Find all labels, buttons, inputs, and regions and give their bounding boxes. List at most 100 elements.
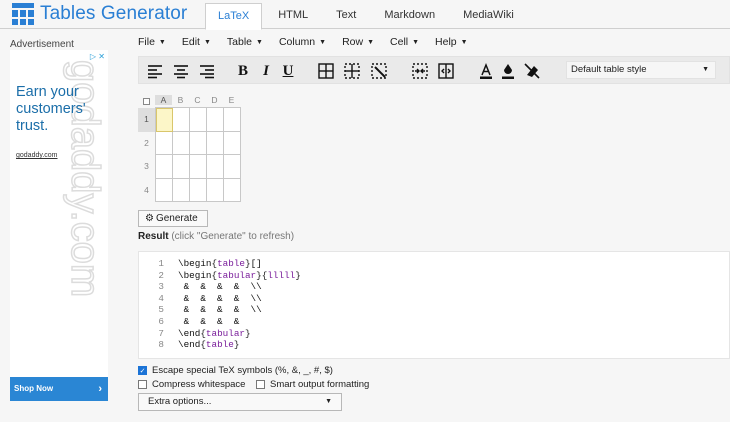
code-text: & & & & \\ bbox=[178, 281, 262, 293]
table-style-select[interactable]: Default table style ▼ bbox=[566, 61, 716, 79]
grid-cell[interactable] bbox=[190, 155, 207, 179]
format-tabs: LaTeX HTML Text Markdown MediaWiki bbox=[205, 3, 526, 30]
code-line: 5 & & & & \\ bbox=[139, 304, 729, 316]
grid-cell[interactable] bbox=[224, 108, 241, 132]
code-text: \end{tabular} bbox=[178, 327, 251, 339]
tab-text[interactable]: Text bbox=[324, 3, 368, 29]
ad-url[interactable]: godaddy.com bbox=[16, 152, 58, 159]
code-line: 3 & & & & \\ bbox=[139, 281, 729, 293]
menu-table[interactable]: Table ▼ bbox=[227, 33, 263, 51]
menu-row[interactable]: Row ▼ bbox=[342, 33, 374, 51]
gear-icon: ⚙ bbox=[145, 213, 154, 224]
grid-cell[interactable] bbox=[207, 131, 224, 155]
bold-button[interactable]: B bbox=[233, 61, 253, 81]
select-all-checkbox[interactable] bbox=[143, 98, 150, 105]
all-borders-icon[interactable] bbox=[316, 61, 336, 81]
code-text: \begin{tabular}{lllll} bbox=[178, 269, 301, 281]
align-center-icon[interactable] bbox=[171, 61, 191, 81]
row-header[interactable]: 2 bbox=[138, 132, 155, 156]
grid-cell[interactable] bbox=[156, 178, 173, 202]
column-header[interactable]: E bbox=[223, 95, 240, 105]
clear-format-icon[interactable] bbox=[522, 61, 542, 81]
align-right-icon[interactable] bbox=[197, 61, 217, 81]
escape-checkbox[interactable]: ✓ bbox=[138, 366, 147, 375]
menu-file[interactable]: File ▼ bbox=[138, 33, 166, 51]
logo[interactable]: Tables Generator bbox=[12, 3, 187, 25]
ad-shop-button[interactable]: Shop Now › bbox=[10, 377, 108, 401]
code-text: \begin{table}[] bbox=[178, 258, 262, 269]
grid-cell[interactable] bbox=[173, 155, 190, 179]
row-header[interactable]: 3 bbox=[138, 155, 155, 179]
line-number: 4 bbox=[158, 292, 164, 304]
inner-borders-icon[interactable] bbox=[342, 61, 362, 81]
code-line: 8 \end{table} bbox=[139, 339, 729, 351]
italic-button[interactable]: I bbox=[256, 61, 276, 81]
line-number: 8 bbox=[158, 339, 164, 351]
line-number: 2 bbox=[158, 269, 164, 281]
grid-cell[interactable] bbox=[173, 178, 190, 202]
column-header[interactable]: B bbox=[172, 95, 189, 105]
row-header[interactable]: 1 bbox=[138, 108, 155, 132]
grid-cell[interactable] bbox=[207, 108, 224, 132]
grid-cell[interactable] bbox=[224, 155, 241, 179]
escape-option[interactable]: ✓ Escape special TeX symbols (%, &, _, #… bbox=[138, 365, 333, 376]
grid-cell[interactable] bbox=[190, 131, 207, 155]
grid-cells bbox=[155, 107, 241, 202]
code-line: 7 \end{tabular} bbox=[139, 328, 729, 340]
column-header[interactable]: C bbox=[189, 95, 206, 105]
text-color-icon[interactable] bbox=[476, 61, 496, 81]
ad-shop-label: Shop Now bbox=[14, 384, 54, 393]
toolbar: B I U Default table style ▼ bbox=[138, 56, 730, 84]
smart-format-checkbox[interactable] bbox=[256, 380, 265, 389]
compress-option[interactable]: Compress whitespace bbox=[138, 379, 245, 390]
tab-markdown[interactable]: Markdown bbox=[372, 3, 447, 29]
grid-cell[interactable] bbox=[224, 131, 241, 155]
grid-cell[interactable] bbox=[156, 131, 173, 155]
tab-mediawiki[interactable]: MediaWiki bbox=[451, 3, 526, 29]
code-text: \end{table} bbox=[178, 339, 240, 351]
ad-choices-icon[interactable]: ▷ ✕ bbox=[90, 52, 105, 61]
caret-down-icon: ▼ bbox=[702, 66, 709, 73]
grid-cell[interactable] bbox=[190, 108, 207, 132]
menu-column[interactable]: Column ▼ bbox=[279, 33, 326, 51]
row-header[interactable]: 4 bbox=[138, 179, 155, 203]
chevron-right-icon: › bbox=[98, 383, 102, 395]
tab-latex[interactable]: LaTeX bbox=[205, 3, 263, 30]
line-number: 7 bbox=[158, 327, 164, 339]
latex-output[interactable]: 1 \begin{table}[] 2 \begin{tabular}{lllll} 3… bbox=[138, 251, 730, 359]
align-left-icon[interactable] bbox=[145, 61, 165, 81]
grid-cell[interactable] bbox=[173, 108, 190, 132]
code-line: 6 & & & & bbox=[139, 316, 729, 328]
advertisement[interactable]: godaddy.com ▷ ✕ Earn your customers' tru… bbox=[10, 50, 108, 401]
code-text: & & & & \\ bbox=[178, 304, 262, 316]
grid-cell[interactable] bbox=[207, 178, 224, 202]
extra-options-dropdown[interactable]: Extra options... ▼ bbox=[138, 393, 342, 411]
split-cells-icon[interactable] bbox=[436, 61, 456, 81]
menu-edit[interactable]: Edit ▼ bbox=[182, 33, 211, 51]
column-header[interactable]: A bbox=[155, 95, 172, 105]
grid-cell[interactable] bbox=[207, 155, 224, 179]
logo-text: Tables Generator bbox=[40, 3, 188, 24]
caret-down-icon: ▼ bbox=[325, 398, 332, 405]
grid-cell[interactable] bbox=[156, 108, 173, 132]
smart-format-option[interactable]: Smart output formatting bbox=[256, 379, 369, 390]
grid-cell[interactable] bbox=[156, 155, 173, 179]
menu-help[interactable]: Help ▼ bbox=[435, 33, 468, 51]
advertisement-label: Advertisement bbox=[10, 39, 74, 50]
underline-button[interactable]: U bbox=[278, 61, 298, 81]
grid-cell[interactable] bbox=[190, 178, 207, 202]
code-text: & & & & bbox=[178, 315, 240, 327]
generate-button[interactable]: ⚙ Generate bbox=[138, 210, 208, 227]
fill-color-icon[interactable] bbox=[498, 61, 518, 81]
top-header: Tables Generator LaTeX HTML Text Markdow… bbox=[0, 0, 730, 30]
column-header[interactable]: D bbox=[206, 95, 223, 105]
grid-cell[interactable] bbox=[224, 178, 241, 202]
menu-cell[interactable]: Cell ▼ bbox=[390, 33, 419, 51]
grid-cell[interactable] bbox=[173, 131, 190, 155]
merge-cells-icon[interactable] bbox=[410, 61, 430, 81]
tab-html[interactable]: HTML bbox=[266, 3, 320, 29]
clear-borders-icon[interactable] bbox=[369, 61, 389, 81]
table-logo-icon bbox=[12, 3, 34, 25]
line-number: 3 bbox=[158, 281, 164, 293]
compress-checkbox[interactable] bbox=[138, 380, 147, 389]
